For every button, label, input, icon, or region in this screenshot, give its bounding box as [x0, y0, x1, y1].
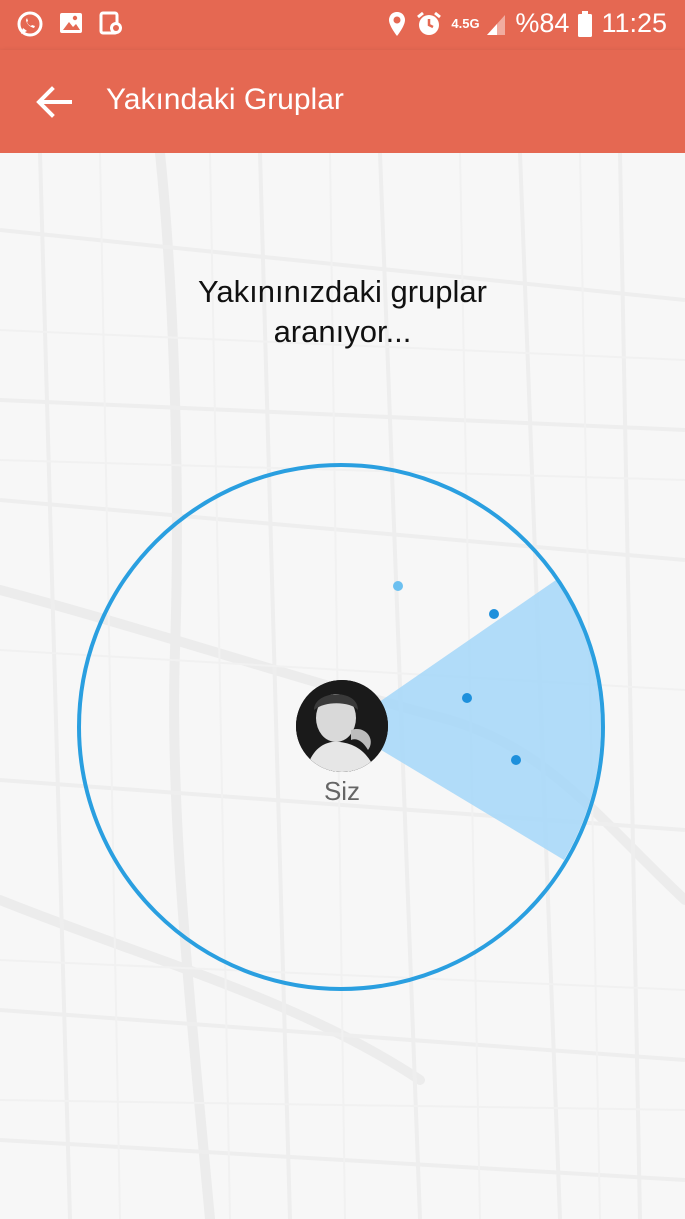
group-dot-4[interactable] — [511, 755, 521, 765]
user-photo-icon — [296, 680, 388, 772]
radar — [77, 463, 605, 991]
group-dot-3[interactable] — [462, 693, 472, 703]
avatar[interactable] — [296, 680, 388, 772]
group-dot-1[interactable] — [393, 581, 403, 591]
me-label: Siz — [323, 776, 361, 806]
group-dot-2[interactable] — [489, 609, 499, 619]
